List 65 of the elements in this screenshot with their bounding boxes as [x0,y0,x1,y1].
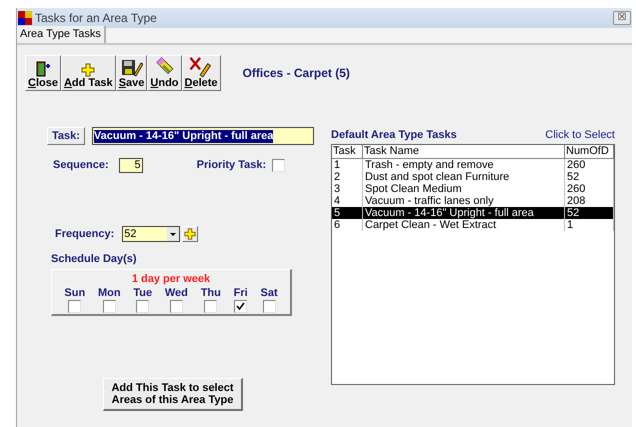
table-cell: 52 [565,206,614,218]
priority-task-label: Priority Task: [196,158,266,173]
task-button[interactable]: Task: [47,127,85,145]
plus-icon [81,63,96,77]
day-label: Mon [98,287,121,300]
window-title: Tasks for an Area Type [35,10,157,27]
save-button[interactable]: Save [116,55,148,91]
close-button[interactable]: ☒ [613,11,631,25]
sequence-label: Sequence: [53,158,109,173]
add-button[interactable]: Add Task [60,55,116,91]
day-label: Wed [164,287,188,300]
day-checkbox[interactable] [68,300,82,313]
task-row[interactable]: 1 Trash - empty and remove 260 [332,158,614,170]
default-tasks-title: Default Area Type Tasks [331,128,457,143]
day-label: Tue [133,287,152,300]
table-cell: 260 [565,158,614,170]
day-label: Fri [234,287,248,300]
door-icon [34,61,51,77]
frequency-label: Frequency: [55,226,114,242]
table-cell: 260 [565,182,614,194]
task-row[interactable]: 3 Spot Clean Medium 260 [332,182,614,194]
undo-button[interactable]: Undo [147,55,182,91]
task-row[interactable]: 2 Dust and spot clean Furniture 52 [332,170,614,182]
table-cell: 6 [332,218,363,230]
task-row[interactable]: 5 Vacuum - 14-16" Upright - full area 52 [332,206,614,218]
table-cell: 1 [332,158,363,170]
sequence-field[interactable]: 5 [118,158,143,173]
area-type-heading: Offices - Carpet (5) [242,65,350,82]
column-header[interactable]: NumOfD [565,144,614,158]
column-header[interactable]: Task Name [363,144,565,158]
table-cell: 5 [332,206,363,218]
add-task-to-areas-button[interactable]: Add This Task to select Areas of this Area Type [103,378,243,410]
close-button[interactable]: Close [25,55,61,91]
day-checkbox[interactable] [170,300,183,313]
plus-icon [184,228,196,240]
table-cell: 3 [332,182,363,194]
table-cell: Spot Clean Medium [363,182,565,194]
priority-checkbox[interactable] [272,158,286,172]
table-cell: 1 [565,218,614,230]
day-checkbox[interactable] [102,300,116,313]
checkmark-icon [236,302,246,311]
app-icon [18,11,32,25]
day-checkbox[interactable] [204,300,218,313]
table-cell: Dust and spot clean Furniture [363,170,565,182]
day-checkbox[interactable] [262,300,276,313]
tab[interactable]: Area Type Tasks [17,26,106,43]
day-label: Sat [260,287,278,300]
click-to-select-hint: Click to Select [545,128,615,143]
table-cell: Carpet Clean - Wet Extract [363,218,565,230]
day-label: Thu [200,287,221,300]
table-cell: 2 [332,170,363,182]
days-per-week-text: 1 day per week [132,272,210,286]
task-row[interactable]: 6 Carpet Clean - Wet Extract 1 [332,218,614,230]
delete-button[interactable]: Delete [182,55,221,91]
schedule-days-label: Schedule Day(s) [51,252,138,267]
add-frequency-button[interactable] [182,226,198,242]
frequency-dropdown[interactable]: 52 [122,226,180,242]
day-label: Sun [64,287,86,300]
floppy-pencil-icon [120,59,143,77]
day-checkbox[interactable] [136,300,150,313]
table-cell: Trash - empty and remove [363,158,565,170]
table-cell: 52 [565,170,614,182]
column-header[interactable]: Task [332,144,363,158]
day-checkbox[interactable] [234,300,248,313]
table-cell: Vacuum - 14-16" Upright - full area [363,206,565,218]
